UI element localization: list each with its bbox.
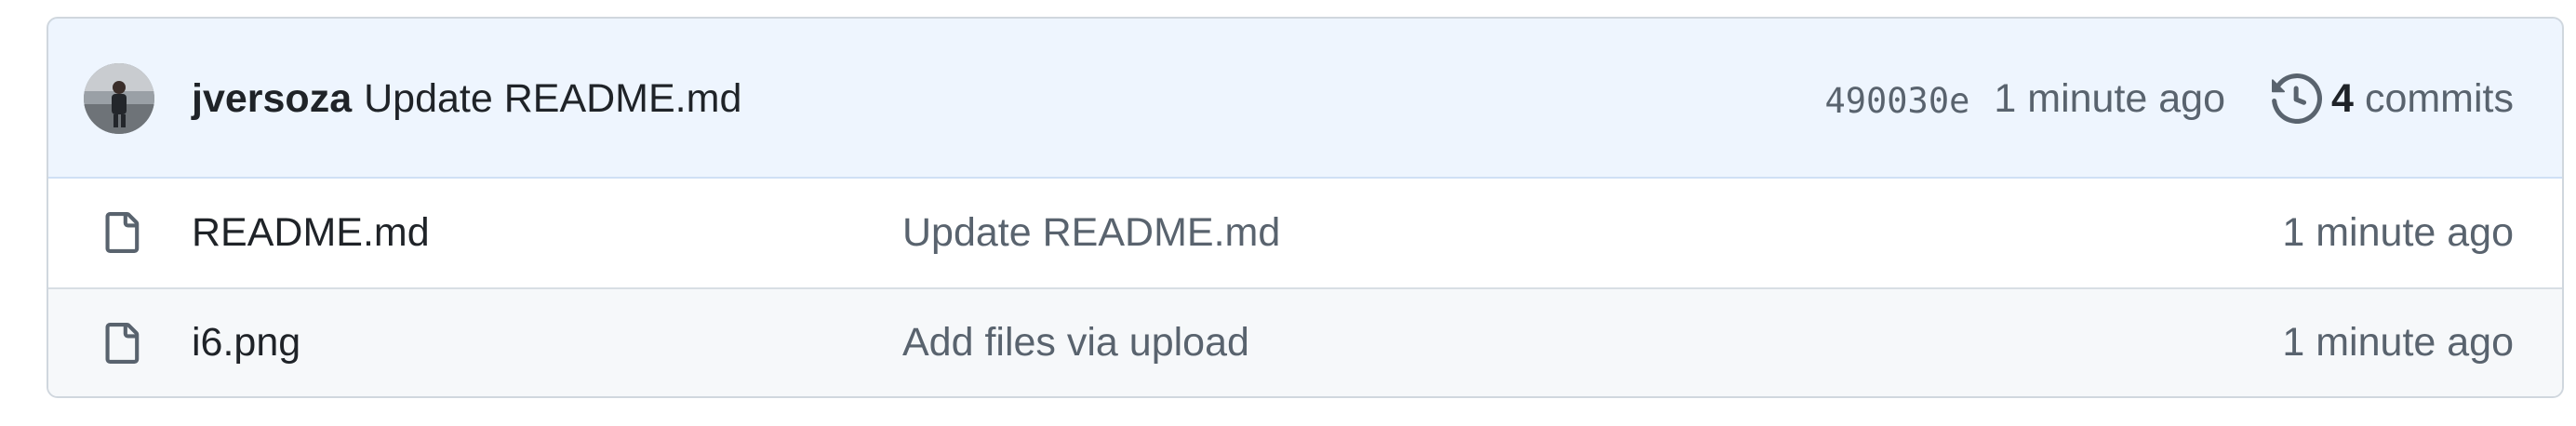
file-name[interactable]: README.md [192,210,430,256]
file-row: README.md Update README.md 1 minute ago [48,179,2562,287]
commit-author[interactable]: jversoza [192,76,352,122]
commits-label: commits [2364,75,2514,121]
latest-commit-bar: jversoza Update README.md 490030e 1 minu… [48,19,2562,179]
commit-sha[interactable]: 490030e [1824,81,1969,121]
history-icon [2272,73,2323,124]
file-icon [105,212,140,253]
commit-message[interactable]: Update README.md [364,76,741,122]
avatar[interactable] [84,63,154,134]
file-row: i6.png Add files via upload 1 minute ago [48,287,2562,396]
file-age: 1 minute ago [2282,320,2514,365]
commit-age: 1 minute ago [1994,75,2226,121]
commit-summary: jversoza Update README.md [192,19,741,179]
commits-link[interactable]: 4 commits [2272,73,2514,124]
file-icon [105,323,140,364]
commit-meta: 490030e 1 minute ago 4 commits [1824,19,2514,179]
avatar-photo-icon [84,63,154,134]
commit-count: 4 [2331,75,2354,121]
file-age: 1 minute ago [2282,210,2514,255]
file-commit-message[interactable]: Add files via upload [902,320,1249,366]
file-name[interactable]: i6.png [192,320,300,366]
file-list-box: jversoza Update README.md 490030e 1 minu… [47,17,2564,398]
file-commit-message[interactable]: Update README.md [902,210,1280,256]
